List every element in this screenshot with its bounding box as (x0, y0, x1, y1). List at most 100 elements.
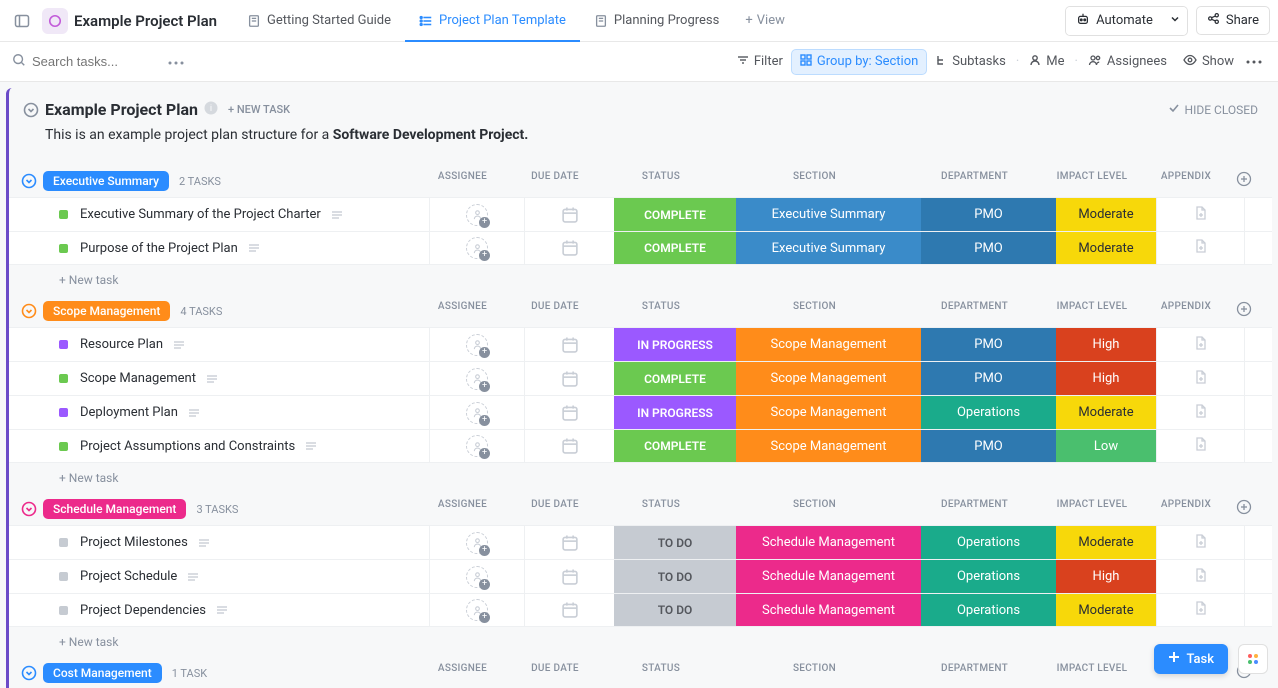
add-column-button[interactable] (1230, 171, 1258, 191)
section-collapse-icon[interactable] (21, 173, 37, 189)
status-cell[interactable]: IN PROGRESS (614, 328, 736, 361)
task-name[interactable]: Project Dependencies (80, 603, 206, 618)
impact-cell[interactable]: High (1056, 560, 1156, 593)
impact-cell[interactable]: Moderate (1056, 232, 1156, 264)
assignee-cell[interactable] (429, 232, 524, 264)
assignee-cell[interactable] (429, 430, 524, 462)
add-assignee-icon[interactable] (466, 402, 488, 424)
filter-button[interactable]: Filter (729, 50, 791, 74)
assignee-cell[interactable] (429, 328, 524, 361)
section-cell[interactable]: Scope Management (736, 362, 921, 395)
due-date-cell[interactable] (524, 430, 614, 462)
section-chip[interactable]: Schedule Management (43, 499, 186, 519)
col-appendix[interactable]: APPENDIX (1142, 171, 1230, 191)
apps-button[interactable] (1238, 644, 1268, 674)
department-cell[interactable]: Operations (921, 594, 1056, 626)
task-row[interactable]: Project Assumptions and ConstraintsCOMPL… (9, 429, 1272, 463)
task-status-square[interactable] (59, 210, 68, 219)
department-cell[interactable]: PMO (921, 232, 1056, 264)
task-row[interactable]: Deployment PlanIN PROGRESSScope Manageme… (9, 395, 1272, 429)
assignees-button[interactable]: Assignees (1080, 50, 1175, 74)
new-task-float-button[interactable]: Task (1154, 644, 1228, 674)
file-add-icon[interactable] (1193, 436, 1209, 456)
department-cell[interactable]: PMO (921, 198, 1056, 231)
section-cell[interactable]: Scope Management (736, 328, 921, 361)
task-row[interactable]: Project MilestonesTO DOSchedule Manageme… (9, 525, 1272, 559)
col-due-date[interactable]: DUE DATE (510, 301, 600, 321)
department-cell[interactable]: PMO (921, 430, 1056, 462)
col-appendix[interactable]: APPENDIX (1142, 301, 1230, 321)
search-box[interactable] (12, 53, 152, 71)
assignee-cell[interactable] (429, 362, 524, 395)
file-add-icon[interactable] (1193, 238, 1209, 258)
section-chip[interactable]: Cost Management (43, 663, 162, 683)
impact-cell[interactable]: High (1056, 362, 1156, 395)
col-impact[interactable]: IMPACT LEVEL (1042, 499, 1142, 519)
impact-cell[interactable]: Moderate (1056, 594, 1156, 626)
task-name[interactable]: Resource Plan (80, 337, 163, 352)
assignee-cell[interactable] (429, 396, 524, 429)
status-cell[interactable]: COMPLETE (614, 362, 736, 395)
tab-planning-progress[interactable]: Planning Progress (580, 0, 733, 42)
project-title[interactable]: Example Project Plan (74, 12, 217, 30)
col-assignee[interactable]: ASSIGNEE (415, 171, 510, 191)
status-cell[interactable]: TO DO (614, 526, 736, 559)
file-add-icon[interactable] (1193, 403, 1209, 423)
task-name[interactable]: Deployment Plan (80, 405, 178, 420)
hide-closed-button[interactable]: HIDE CLOSED (1168, 102, 1258, 117)
col-section[interactable]: SECTION (722, 171, 907, 191)
due-date-cell[interactable] (524, 232, 614, 264)
due-date-cell[interactable] (524, 526, 614, 559)
appendix-cell[interactable] (1156, 362, 1244, 395)
section-cell[interactable]: Schedule Management (736, 594, 921, 626)
col-status[interactable]: STATUS (600, 663, 722, 683)
department-cell[interactable]: Operations (921, 396, 1056, 429)
sidebar-toggle[interactable] (8, 7, 36, 35)
appendix-cell[interactable] (1156, 594, 1244, 626)
description-icon[interactable] (173, 339, 185, 351)
col-impact[interactable]: IMPACT LEVEL (1042, 171, 1142, 191)
file-add-icon[interactable] (1193, 335, 1209, 355)
description-icon[interactable] (188, 407, 200, 419)
task-row[interactable]: Executive Summary of the Project Charter… (9, 197, 1272, 231)
appendix-cell[interactable] (1156, 560, 1244, 593)
add-assignee-icon[interactable] (466, 237, 488, 259)
collapse-all-icon[interactable] (23, 102, 39, 118)
info-icon[interactable]: i (204, 101, 218, 119)
task-name[interactable]: Executive Summary of the Project Charter (80, 207, 321, 222)
new-task-header-button[interactable]: + NEW TASK (228, 103, 290, 116)
col-section[interactable]: SECTION (722, 499, 907, 519)
status-cell[interactable]: TO DO (614, 594, 736, 626)
assignee-cell[interactable] (429, 526, 524, 559)
col-assignee[interactable]: ASSIGNEE (415, 499, 510, 519)
new-task-row[interactable]: + New task (9, 265, 1272, 291)
section-cell[interactable]: Scope Management (736, 430, 921, 462)
col-department[interactable]: DEPARTMENT (907, 171, 1042, 191)
add-view-button[interactable]: + View (733, 0, 797, 42)
section-cell[interactable]: Schedule Management (736, 560, 921, 593)
due-date-cell[interactable] (524, 594, 614, 626)
col-department[interactable]: DEPARTMENT (907, 499, 1042, 519)
col-assignee[interactable]: ASSIGNEE (415, 663, 510, 683)
impact-cell[interactable]: Moderate (1056, 396, 1156, 429)
search-input[interactable] (32, 54, 152, 69)
col-department[interactable]: DEPARTMENT (907, 663, 1042, 683)
more-settings[interactable] (1242, 56, 1266, 68)
due-date-cell[interactable] (524, 560, 614, 593)
status-cell[interactable]: COMPLETE (614, 430, 736, 462)
task-name[interactable]: Purpose of the Project Plan (80, 241, 238, 256)
col-impact[interactable]: IMPACT LEVEL (1042, 663, 1142, 683)
section-cell[interactable]: Schedule Management (736, 526, 921, 559)
due-date-cell[interactable] (524, 328, 614, 361)
task-name[interactable]: Scope Management (80, 371, 196, 386)
automate-dropdown[interactable] (1163, 7, 1187, 35)
col-appendix[interactable]: APPENDIX (1142, 499, 1230, 519)
col-impact[interactable]: IMPACT LEVEL (1042, 301, 1142, 321)
task-status-square[interactable] (59, 606, 68, 615)
assignee-cell[interactable] (429, 594, 524, 626)
new-task-row[interactable]: + New task (9, 627, 1272, 653)
status-cell[interactable]: COMPLETE (614, 198, 736, 231)
task-status-square[interactable] (59, 442, 68, 451)
task-status-square[interactable] (59, 572, 68, 581)
description-icon[interactable] (206, 373, 218, 385)
